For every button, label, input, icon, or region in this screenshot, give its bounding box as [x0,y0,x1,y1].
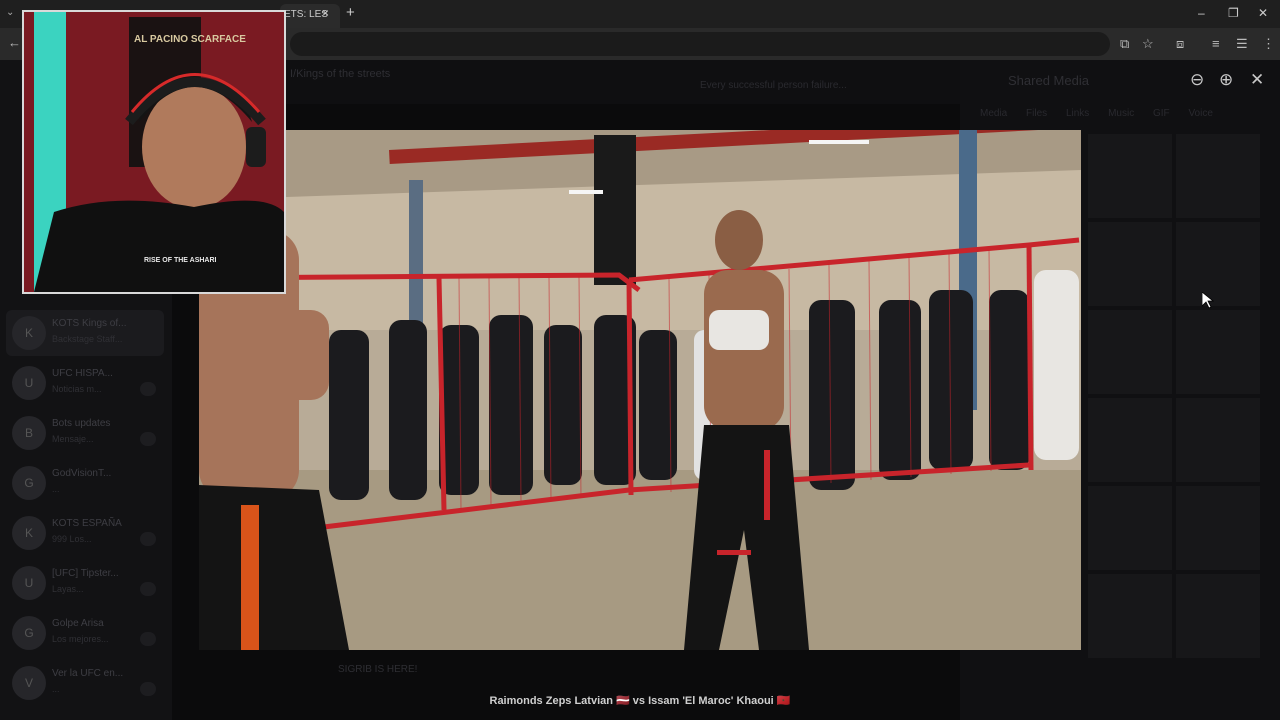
chat-name: [UFC] Tipster... [52,568,119,579]
shared-media-title: Shared Media [1008,73,1089,88]
face [142,85,246,209]
tab-media[interactable]: Media [980,108,1007,119]
back-arrow-icon[interactable]: ← [8,35,21,50]
chat-preview: Los mejores... [52,634,109,644]
video-player[interactable] [199,130,1081,650]
unread-badge [140,632,156,646]
chat-name: Golpe Arisa [52,618,104,629]
avatar: U [12,366,46,400]
chat-preview: Mensaje... [52,434,94,444]
tab-title: ETS: LES [284,9,328,20]
ceiling-light [809,140,869,144]
zoom-in-icon[interactable]: ⊕ [1219,70,1233,90]
unread-badge [140,582,156,596]
chat-preview: ... [52,684,60,694]
chat-name: Bots updates [52,418,111,429]
unread-badge [140,382,156,396]
media-thumbnail[interactable] [1088,134,1172,218]
shirt-text: RISE OF THE ASHARI [144,257,217,264]
chat-preview: Backstage Staff... [52,334,123,344]
avatar: B [12,416,46,450]
hanging-banner [594,135,636,285]
media-grid [1084,130,1280,720]
avatar: K [12,316,46,350]
new-tab-button[interactable]: + [346,4,355,21]
conversation-title: I/Kings of the streets [290,68,391,80]
webcam-feed: AL PACINO SCARFACE RISE OF THE ASHARI [24,12,284,292]
minimize-icon[interactable]: – [1198,6,1205,20]
headset-earcup [246,127,266,167]
ceiling-light [569,190,603,194]
maximize-icon[interactable]: ❐ [1228,6,1239,20]
t-shirt [34,200,284,292]
omnibox[interactable] [290,32,1110,56]
browser-tab[interactable]: ETS: LES [280,4,340,28]
media-thumbnail[interactable] [1088,574,1172,658]
install-app-icon[interactable]: ⧉ [1120,36,1129,52]
chat-preview: 999 Los... [52,534,92,544]
poster-text: AL PACINO SCARFACE [134,34,246,45]
tab-search-icon[interactable]: ⌄ [6,7,14,18]
tab-music[interactable]: Music [1108,108,1134,119]
unread-badge [140,432,156,446]
video-caption: Raimonds Zeps Latvian 🇱🇻 vs Issam 'El Ma… [489,695,791,707]
puzzle-icon[interactable]: ⧈ [1176,36,1184,52]
media-thumbnail[interactable] [1176,486,1260,570]
mouse-cursor-icon [1202,292,1214,309]
close-icon[interactable]: ✕ [1250,70,1264,90]
tab-close-icon[interactable]: × [322,6,329,20]
media-thumbnail[interactable] [1176,398,1260,482]
chat-name: GodVisionT... [52,468,112,479]
media-thumbnail[interactable] [1088,486,1172,570]
webcam-overlay: AL PACINO SCARFACE RISE OF THE ASHARI [22,10,286,294]
star-icon[interactable]: ☆ [1142,36,1154,52]
chat-list-item[interactable]: G Golpe Arisa Los mejores... [6,610,164,656]
media-thumbnail[interactable] [1176,134,1260,218]
pinned-message[interactable]: Every successful person failure... [700,80,847,91]
chat-preview: Layas... [52,584,84,594]
reading-list-icon[interactable]: ≡ [1212,36,1220,51]
video-frame [199,130,1081,650]
chat-name: Ver la UFC en... [52,668,124,679]
chat-list-item[interactable]: G GodVisionT... ... [6,460,164,506]
chat-name: KOTS Kings of... [52,318,127,329]
tab-voice[interactable]: Voice [1188,108,1212,119]
chat-name: KOTS ESPAÑA [52,518,122,529]
tab-links[interactable]: Links [1066,108,1089,119]
media-thumbnail[interactable] [1176,222,1260,306]
zoom-out-icon[interactable]: ⊖ [1190,70,1204,90]
window-close-icon[interactable]: ✕ [1258,6,1268,20]
tab-strip-icon[interactable]: ☰ [1236,36,1248,52]
unread-badge [140,532,156,546]
media-thumbnail[interactable] [1176,310,1260,394]
chat-list-item[interactable]: U [UFC] Tipster... Layas... [6,560,164,606]
chat-list-item[interactable]: B Bots updates Mensaje... [6,410,164,456]
media-thumbnail[interactable] [1088,398,1172,482]
avatar: G [12,616,46,650]
chat-list-item[interactable]: K KOTS ESPAÑA 999 Los... [6,510,164,556]
tab-files[interactable]: Files [1026,108,1047,119]
message-text: SIGRIB IS HERE! [338,664,418,675]
media-thumbnail[interactable] [1176,574,1260,658]
chat-list-item[interactable]: K KOTS Kings of... Backstage Staff... [6,310,164,356]
chat-preview: Noticias m... [52,384,102,394]
media-thumbnail[interactable] [1088,222,1172,306]
spectator-white [1034,270,1079,460]
chat-name: UFC HISPA... [52,368,113,379]
chat-preview: ... [52,484,60,494]
tab-gif[interactable]: GIF [1153,108,1170,119]
media-thumbnail[interactable] [1088,310,1172,394]
shared-media-tabs: Media Files Links Music GIF Voice [980,108,1213,119]
avatar: K [12,516,46,550]
kebab-menu-icon[interactable]: ⋮ [1262,36,1275,52]
avatar: U [12,566,46,600]
avatar: G [12,466,46,500]
chat-list-item[interactable]: U UFC HISPA... Noticias m... [6,360,164,406]
